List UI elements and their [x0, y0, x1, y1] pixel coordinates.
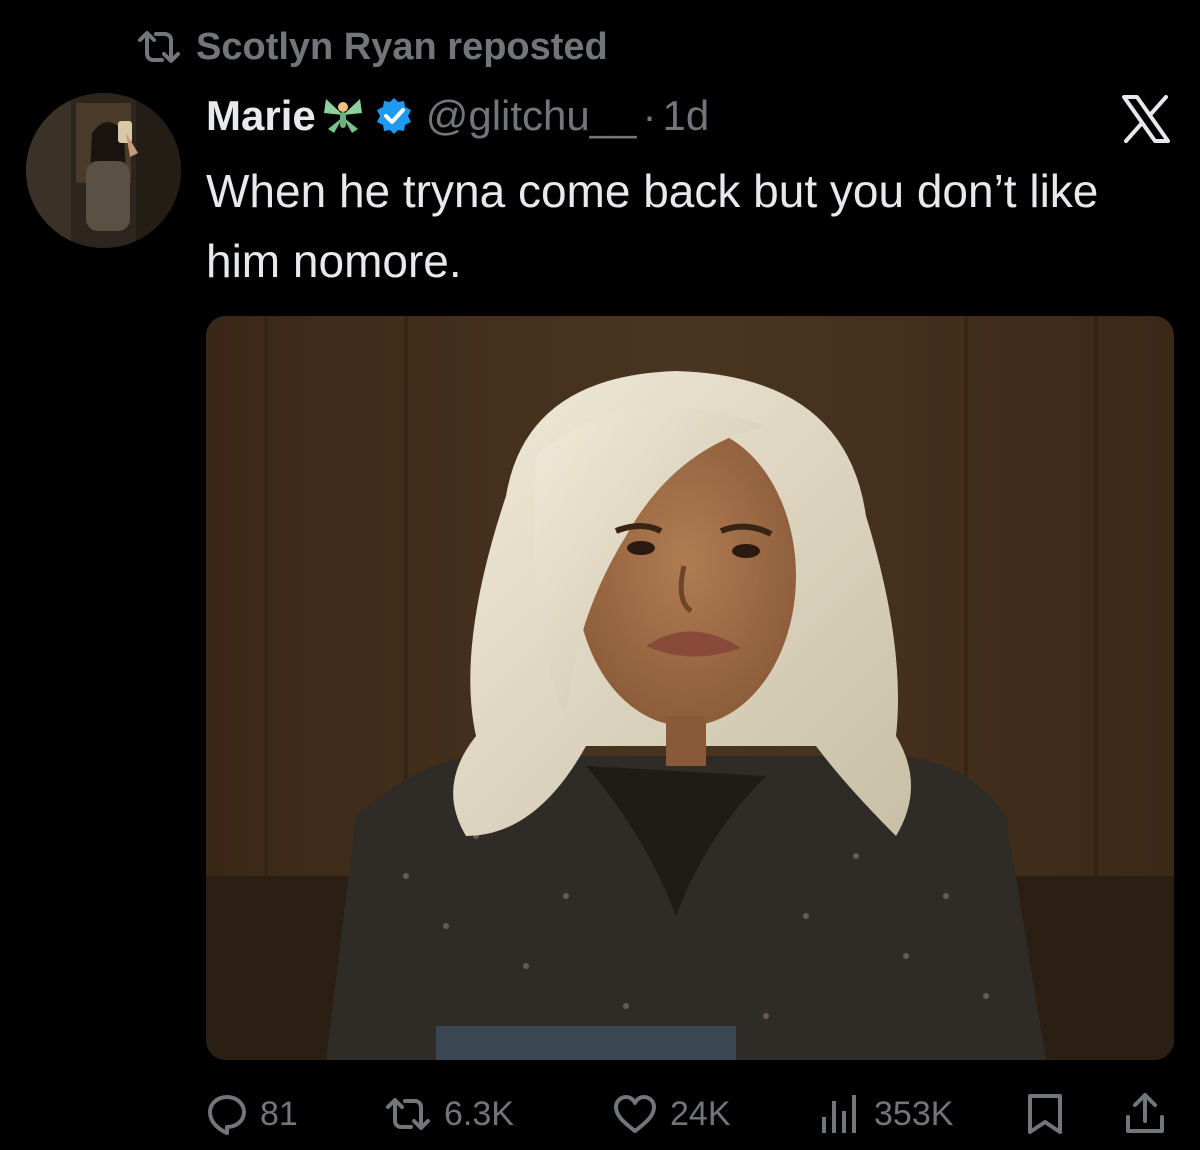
- bookmark-icon: [1026, 1092, 1064, 1136]
- post-text: When he tryna come back but you don’t li…: [206, 165, 1099, 287]
- reply-icon: [206, 1093, 248, 1135]
- repost-context[interactable]: Scotlyn Ryan reposted: [136, 22, 608, 72]
- repost-button[interactable]: 6.3K: [384, 1082, 514, 1146]
- display-name[interactable]: Marie: [206, 92, 316, 140]
- repost-icon: [136, 30, 182, 64]
- x-logo-icon: [1120, 93, 1172, 145]
- like-button[interactable]: 24K: [612, 1082, 731, 1146]
- bookmark-button[interactable]: [1026, 1082, 1064, 1146]
- share-button[interactable]: [1124, 1082, 1166, 1146]
- repost-icon: [384, 1096, 432, 1132]
- avatar[interactable]: [26, 93, 181, 248]
- reply-count: 81: [260, 1094, 298, 1133]
- repost-label: Scotlyn Ryan reposted: [196, 25, 608, 68]
- verified-badge-icon: [374, 96, 414, 136]
- share-icon: [1124, 1091, 1166, 1137]
- heart-icon: [612, 1093, 658, 1135]
- action-bar: 81 6.3K 24K 353K: [0, 1082, 1200, 1146]
- handle[interactable]: @glitchu__: [426, 92, 637, 140]
- separator: ·: [642, 92, 657, 139]
- reply-button[interactable]: 81: [206, 1082, 298, 1146]
- view-count: 353K: [874, 1094, 954, 1133]
- post-header: Marie @glitchu__ · 1d: [206, 86, 709, 146]
- views-icon: [818, 1093, 862, 1135]
- like-count: 24K: [670, 1094, 731, 1133]
- fairy-icon: [320, 93, 366, 139]
- views-button[interactable]: 353K: [818, 1082, 953, 1146]
- post-image[interactable]: [206, 316, 1174, 1060]
- timestamp[interactable]: 1d: [662, 92, 709, 140]
- repost-count: 6.3K: [444, 1094, 514, 1133]
